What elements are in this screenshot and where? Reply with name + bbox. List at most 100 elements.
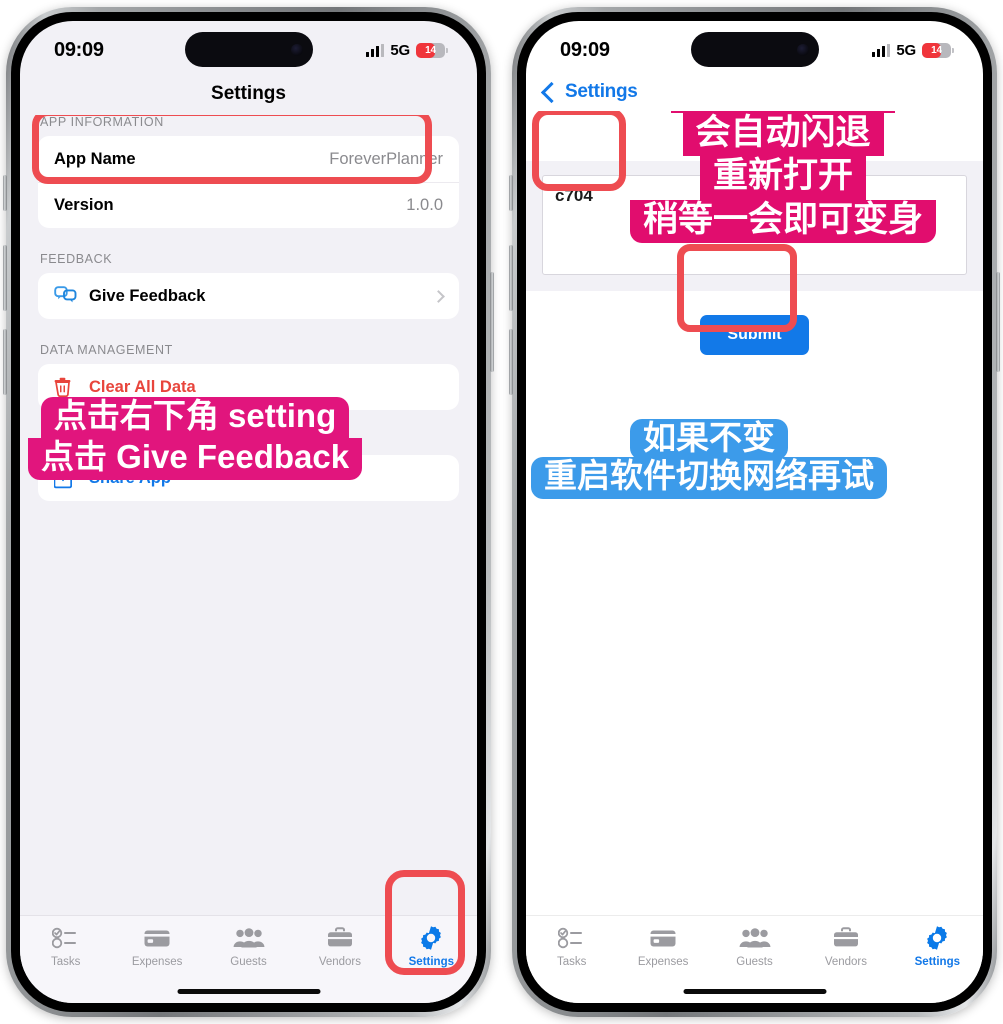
tab-vendors[interactable]: Vendors <box>294 925 385 968</box>
clear-all-data-label: Clear All Data <box>89 377 196 396</box>
right-phone-frame: 09:09 5G 14 Settings c704 Submit 会自动闪退 重… <box>509 7 1000 1017</box>
people-icon <box>233 925 265 951</box>
right-phone-bezel: 09:09 5G 14 Settings c704 Submit 会自动闪退 重… <box>517 12 992 1012</box>
tab-label-tasks-right: Tasks <box>557 956 587 968</box>
instruction-banner-right-bottom: 如果不变 重启软件切换网络再试 <box>531 419 887 499</box>
power-button-right[interactable] <box>996 272 1000 372</box>
two-phone-screenshot: 09:09 5G 14 Settings APP INFORMATION App… <box>0 0 1003 1024</box>
tab-expenses[interactable]: Expenses <box>111 925 202 968</box>
home-indicator[interactable] <box>177 989 320 994</box>
gear-icon <box>418 925 444 951</box>
chat-bubbles-icon <box>54 286 78 306</box>
tab-tasks[interactable]: Tasks <box>20 925 111 968</box>
tab-label-settings-right: Settings <box>914 956 961 968</box>
right-phone-screen: 09:09 5G 14 Settings c704 Submit 会自动闪退 重… <box>526 21 983 1003</box>
instruction-right-line-5: 稍等一会即可变身 <box>630 199 937 243</box>
status-time: 09:09 <box>54 38 104 61</box>
volume-down-button[interactable] <box>3 329 7 395</box>
instruction-banner-left: 点击右下角 setting 点击 Give Feedback <box>28 397 363 480</box>
status-time-right: 09:09 <box>560 38 610 61</box>
silent-switch-right[interactable] <box>509 175 513 211</box>
left-phone-frame: 09:09 5G 14 Settings APP INFORMATION App… <box>3 7 494 1017</box>
tab-label-vendors: Vendors <box>318 956 362 968</box>
status-indicators-right: 5G 14 <box>872 41 954 59</box>
tab-label-guests-right: Guests <box>736 956 773 968</box>
volume-down-button-right[interactable] <box>509 329 513 395</box>
status-bar: 09:09 5G 14 <box>20 21 477 75</box>
front-camera-icon-right <box>796 43 809 56</box>
tab-guests-right[interactable]: Guests <box>709 925 800 968</box>
checklist-icon <box>51 925 80 951</box>
settings-content: APP INFORMATION App Name ForeverPlanner … <box>20 115 477 915</box>
home-indicator-right[interactable] <box>683 989 826 994</box>
card-app-information: App Name ForeverPlanner Version 1.0.0 <box>38 136 459 228</box>
tab-label-guests: Guests <box>230 956 267 968</box>
blue-line-1: 如果不变 <box>630 419 788 461</box>
network-type-label: 5G <box>390 41 410 59</box>
briefcase-icon-right <box>832 925 860 951</box>
checklist-icon-right <box>557 925 586 951</box>
section-header-data-management: DATA MANAGEMENT <box>40 343 173 357</box>
silent-switch[interactable] <box>3 175 7 211</box>
people-icon-right <box>739 925 771 951</box>
tab-tasks-right[interactable]: Tasks <box>526 925 617 968</box>
volume-up-button[interactable] <box>3 245 7 311</box>
instruction-banner-right-top: 输入 c704 点击 Submit 会自动闪退 重新打开 稍等一会即可变身 <box>630 111 937 243</box>
submit-button[interactable]: Submit <box>700 315 809 355</box>
battery-level-label: 14 <box>425 44 436 56</box>
version-value: 1.0.0 <box>406 196 443 214</box>
section-header-app-information: APP INFORMATION <box>40 115 164 129</box>
card-feedback: Give Feedback <box>38 273 459 319</box>
webview-content: c704 Submit 输入 c704 点击 Submit 会自动闪退 重新打开… <box>526 111 983 915</box>
back-button-label: Settings <box>565 81 638 102</box>
page-title: Settings <box>211 83 286 104</box>
dynamic-island-right <box>690 32 819 67</box>
bottom-tab-bar: Tasks Expenses Guests Vendors Settings <box>20 915 477 1003</box>
status-indicators: 5G 14 <box>366 41 448 59</box>
version-label: Version <box>54 196 114 214</box>
row-version: Version 1.0.0 <box>38 182 459 228</box>
instruction-line-2: 点击 Give Feedback <box>28 438 363 480</box>
left-phone-screen: 09:09 5G 14 Settings APP INFORMATION App… <box>20 21 477 1003</box>
tab-expenses-right[interactable]: Expenses <box>617 925 708 968</box>
back-to-settings-button[interactable]: Settings <box>526 75 983 111</box>
instruction-right-line-3: 会自动闪退 <box>682 112 884 157</box>
submit-row: Submit <box>526 315 983 355</box>
front-camera-icon <box>290 43 303 56</box>
briefcase-icon <box>326 925 354 951</box>
tab-label-expenses: Expenses <box>131 956 183 968</box>
row-app-name: App Name ForeverPlanner <box>38 136 459 182</box>
volume-up-button-right[interactable] <box>509 245 513 311</box>
power-button[interactable] <box>490 272 494 372</box>
tab-settings-right[interactable]: Settings <box>892 925 983 968</box>
network-type-label-right: 5G <box>896 41 916 59</box>
app-name-label: App Name <box>54 149 136 168</box>
gear-icon-right <box>924 925 950 951</box>
dynamic-island <box>184 32 313 67</box>
battery-level-label-right: 14 <box>931 44 942 56</box>
signal-bars-icon <box>366 43 385 57</box>
tab-label-vendors-right: Vendors <box>824 956 868 968</box>
tab-vendors-right[interactable]: Vendors <box>800 925 891 968</box>
chevron-right-icon <box>432 289 445 303</box>
card-icon-right <box>649 925 677 951</box>
tab-guests[interactable]: Guests <box>203 925 294 968</box>
instruction-right-line-4: 重新打开 <box>700 156 867 200</box>
instruction-line-1: 点击右下角 setting <box>40 397 350 439</box>
app-name-value: ForeverPlanner <box>329 149 443 168</box>
battery-icon-right: 14 <box>922 42 954 58</box>
tab-label-expenses-right: Expenses <box>637 956 689 968</box>
tab-label-tasks: Tasks <box>51 956 81 968</box>
signal-bars-icon-right <box>872 43 891 57</box>
battery-icon: 14 <box>416 42 448 58</box>
blue-line-2: 重启软件切换网络再试 <box>531 457 887 499</box>
bottom-tab-bar-right: Tasks Expenses Guests Vendors Settings <box>526 915 983 1003</box>
card-icon <box>143 925 171 951</box>
section-header-feedback: FEEDBACK <box>40 252 113 266</box>
status-bar-right: 09:09 5G 14 <box>526 21 983 75</box>
tab-settings[interactable]: Settings <box>386 925 477 968</box>
row-give-feedback[interactable]: Give Feedback <box>38 273 459 319</box>
give-feedback-label: Give Feedback <box>89 286 206 305</box>
chevron-left-icon <box>540 81 563 103</box>
tab-label-settings: Settings <box>408 956 455 968</box>
